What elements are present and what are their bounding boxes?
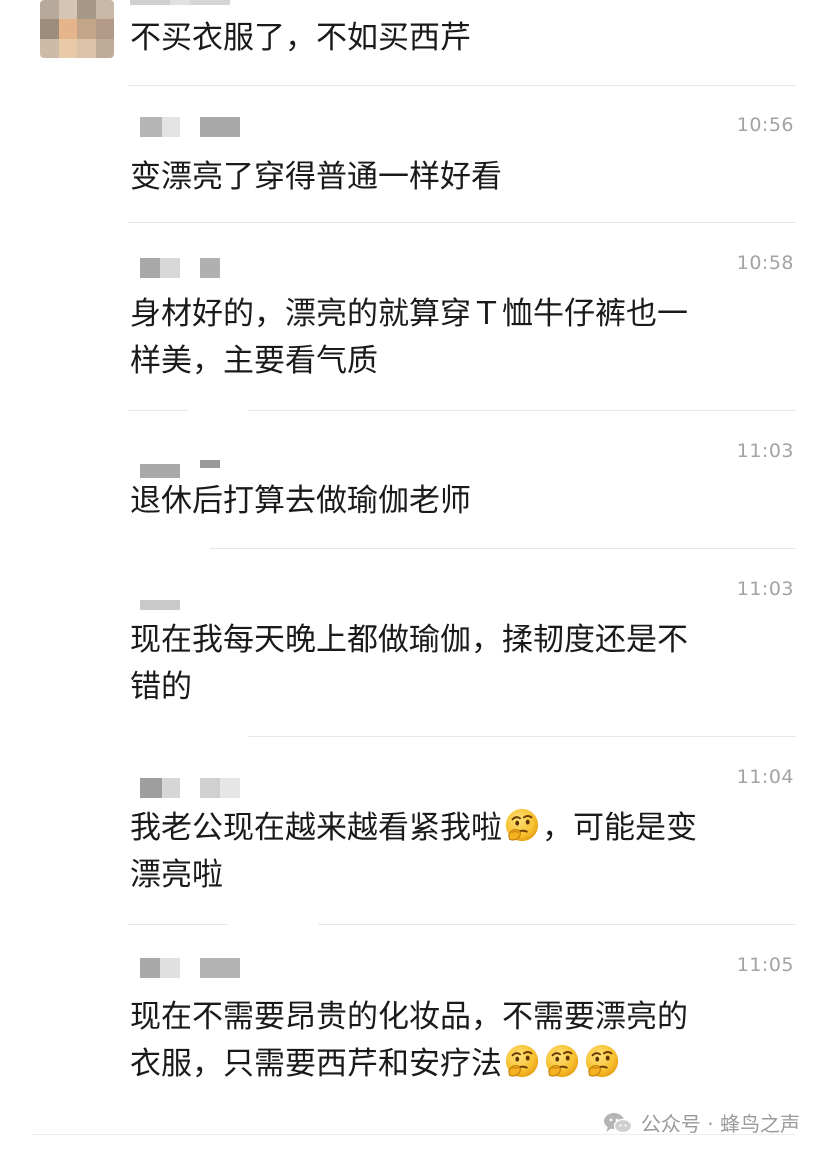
divider (32, 1134, 796, 1135)
username-blurred (140, 258, 220, 278)
divider (248, 736, 796, 737)
message-text: 现在不需要昂贵的化妆品，不需要漂亮的 衣服，只需要西芹和安疗法 (130, 994, 780, 1088)
username-blurred (140, 958, 240, 978)
username-blurred (140, 778, 240, 798)
message-line: 身材好的，漂亮的就算穿Ｔ恤牛仔裤也一 (130, 296, 688, 332)
message-text: 身材好的，漂亮的就算穿Ｔ恤牛仔裤也一 样美，主要看气质 (130, 291, 780, 385)
message-line: 衣服，只需要西芹和安疗法 (130, 1046, 502, 1082)
message-line: 现在我每天晚上都做瑜伽，揉韧度还是不 (130, 622, 688, 658)
message-line: ，可能是变 (542, 810, 697, 846)
message-text: 不买衣服了，不如买西芹 (130, 20, 471, 56)
timestamp: 11:05 (736, 954, 794, 976)
message-line: 我老公现在越来越看紧我啦 (130, 810, 502, 846)
thinking-face-icon (543, 1042, 581, 1080)
avatar[interactable] (40, 0, 114, 58)
message-line: 错的 (130, 669, 192, 705)
divider (128, 85, 796, 86)
watermark: 公众号 · 蜂鸟之声 (603, 1108, 800, 1137)
timestamp: 10:58 (736, 252, 794, 274)
watermark-label: 公众号 · 蜂鸟之声 (640, 1112, 800, 1136)
username-blurred (140, 596, 180, 616)
timestamp: 11:04 (736, 766, 794, 788)
message-line: 现在不需要昂贵的化妆品，不需要漂亮的 (130, 999, 688, 1035)
message-text: 退休后打算去做瑜伽老师 (130, 483, 471, 519)
thinking-face-icon (583, 1042, 621, 1080)
timestamp: 11:03 (736, 578, 794, 600)
timestamp: 11:03 (736, 440, 794, 462)
thinking-face-icon (503, 1042, 541, 1080)
username-blurred (130, 0, 230, 5)
timestamp: 10:56 (736, 114, 794, 136)
message-line: 样美，主要看气质 (130, 343, 378, 379)
message-line: 漂亮啦 (130, 857, 223, 893)
username-blurred (140, 458, 220, 478)
message-text: 现在我每天晚上都做瑜伽，揉韧度还是不 错的 (130, 617, 780, 711)
divider (128, 410, 796, 411)
divider (128, 924, 796, 925)
divider (128, 222, 796, 223)
message-text: 我老公现在越来越看紧我啦 ，可能是变 漂亮啦 (130, 805, 780, 899)
message-text: 变漂亮了穿得普通一样好看 (130, 159, 502, 195)
thinking-face-icon (503, 806, 541, 844)
wechat-icon (603, 1112, 633, 1133)
username-blurred (140, 117, 240, 137)
divider (210, 548, 796, 549)
